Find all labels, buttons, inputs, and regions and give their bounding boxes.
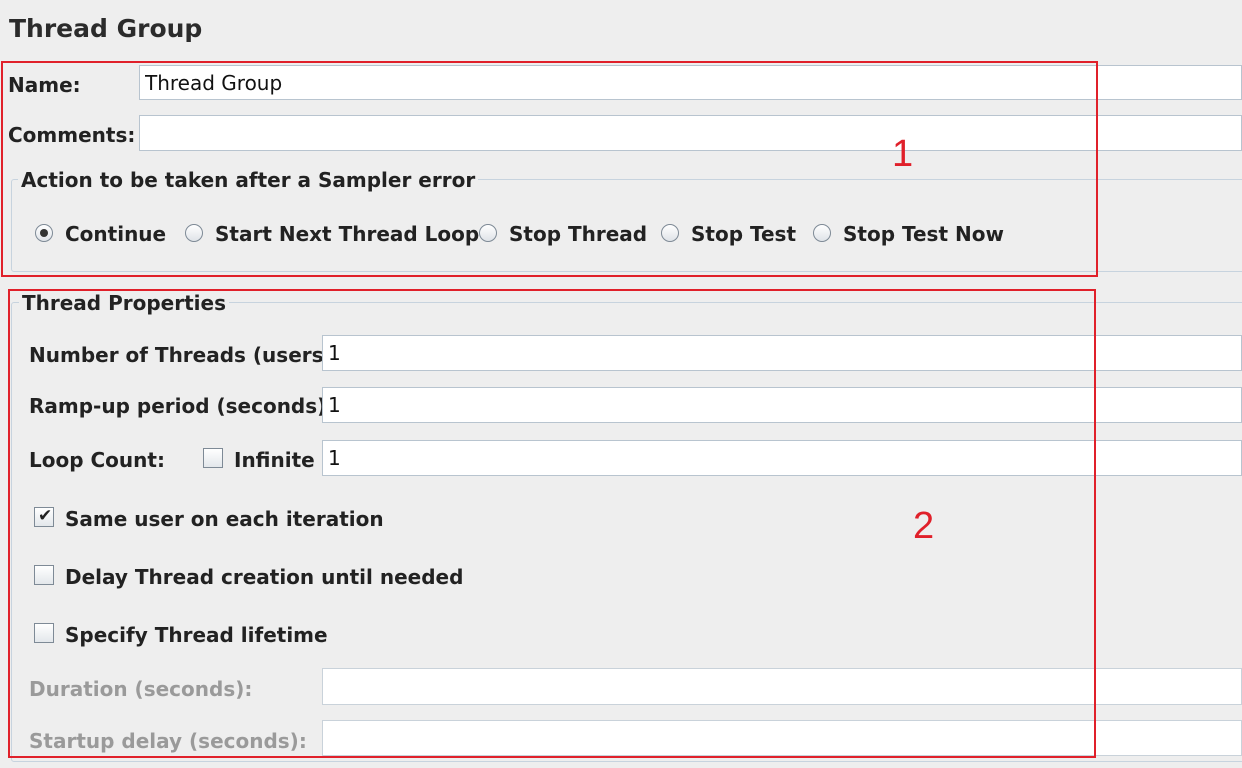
annotation-label-1: 1 [892,133,914,175]
annotation-box-1 [1,61,1098,277]
annotation-label-2: 2 [913,505,935,547]
page-title: Thread Group [9,14,203,43]
